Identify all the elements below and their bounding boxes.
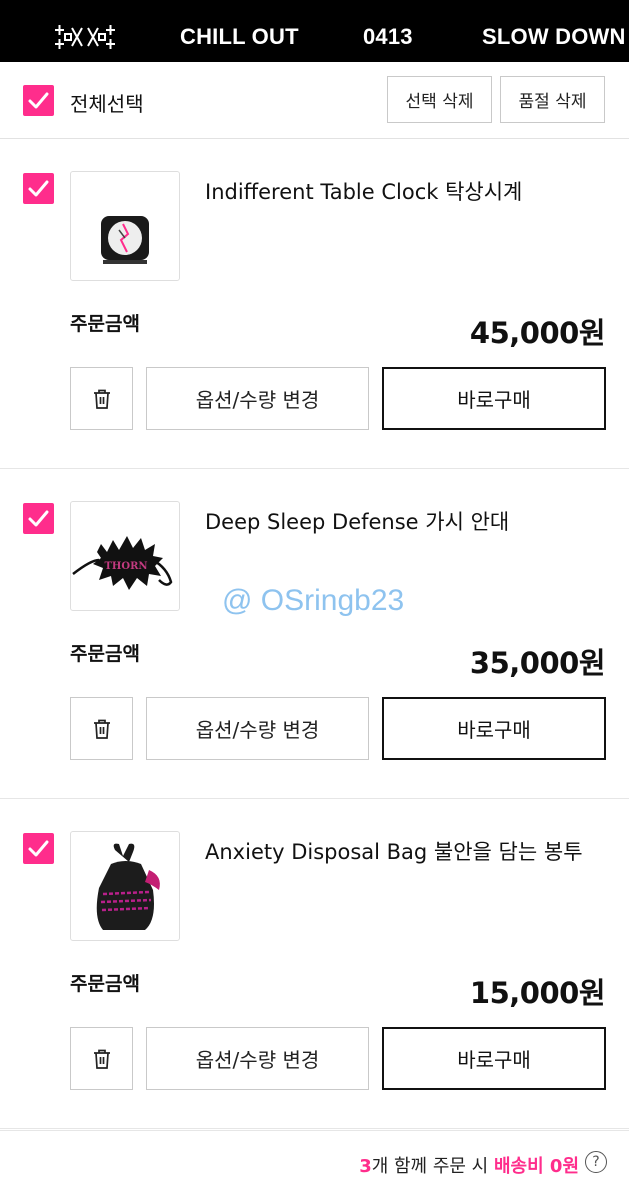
item-title[interactable]: Indifferent Table Clock 탁상시계 bbox=[205, 176, 522, 206]
item-price: 15,000원 bbox=[469, 976, 606, 1010]
price-label: 주문금액 bbox=[70, 973, 140, 995]
item-checkbox[interactable] bbox=[23, 503, 54, 534]
trash-icon bbox=[94, 1049, 110, 1069]
select-all-row: 전체선택 선택 삭제 품절 삭제 bbox=[0, 62, 629, 139]
shipping-notice: 3개 함께 주문 시 배송비 0원 bbox=[359, 1152, 579, 1178]
spiky-eye-mask-image[interactable]: THORN bbox=[70, 501, 180, 611]
delete-selected-button[interactable]: 선택 삭제 bbox=[387, 76, 492, 123]
option-change-button[interactable]: 옵션/수량 변경 bbox=[146, 367, 369, 430]
option-change-button[interactable]: 옵션/수량 변경 bbox=[146, 697, 369, 760]
item-title[interactable]: Deep Sleep Defense 가시 안대 bbox=[205, 506, 509, 536]
item-checkbox[interactable] bbox=[23, 833, 54, 864]
checkmark-icon bbox=[28, 180, 49, 197]
buy-now-button[interactable]: 바로구매 bbox=[382, 697, 606, 760]
table-clock-image[interactable] bbox=[70, 171, 180, 281]
trash-icon bbox=[94, 389, 110, 409]
ticker-item: CHILL OUT bbox=[180, 24, 299, 49]
thumb-text: THORN bbox=[104, 561, 147, 572]
cart-item: THORN Deep Sleep Defense 가시 안대 주문금액 35,0… bbox=[0, 469, 629, 799]
black-bag-image[interactable] bbox=[70, 831, 180, 941]
option-change-button[interactable]: 옵션/수량 변경 bbox=[146, 1027, 369, 1090]
select-all-label: 전체선택 bbox=[70, 92, 144, 116]
delete-item-button[interactable] bbox=[70, 697, 133, 760]
ticker-item: SLOW DOWN bbox=[482, 24, 626, 49]
item-title[interactable]: Anxiety Disposal Bag 불안을 담는 봉투 bbox=[205, 836, 583, 866]
help-icon[interactable]: ? bbox=[585, 1151, 607, 1173]
price-label: 주문금액 bbox=[70, 313, 140, 335]
crossed-logo-icon[interactable] bbox=[52, 22, 118, 52]
item-checkbox[interactable] bbox=[23, 173, 54, 204]
item-price: 35,000원 bbox=[469, 646, 606, 680]
delete-item-button[interactable] bbox=[70, 367, 133, 430]
watermark-text: @ OSringb23 bbox=[222, 584, 405, 617]
trash-icon bbox=[94, 719, 110, 739]
checkmark-icon bbox=[28, 510, 49, 527]
free-shipping-text: 배송비 0원 bbox=[493, 1156, 579, 1177]
shipping-text: 개 함께 주문 시 bbox=[371, 1156, 494, 1177]
select-all-checkbox[interactable] bbox=[23, 85, 54, 116]
checkmark-icon bbox=[28, 92, 49, 109]
price-label: 주문금액 bbox=[70, 643, 140, 665]
delete-item-button[interactable] bbox=[70, 1027, 133, 1090]
item-count: 3 bbox=[359, 1156, 372, 1177]
item-price: 45,000원 bbox=[469, 316, 606, 350]
checkmark-icon bbox=[28, 840, 49, 857]
ticker-item: 0413 bbox=[363, 24, 413, 49]
cart-item: Anxiety Disposal Bag 불안을 담는 봉투 주문금액 15,0… bbox=[0, 799, 629, 1129]
top-banner: CHILL OUT 0413 SLOW DOWN bbox=[0, 0, 629, 62]
buy-now-button[interactable]: 바로구매 bbox=[382, 367, 606, 430]
delete-soldout-button[interactable]: 품절 삭제 bbox=[500, 76, 605, 123]
cart-item: Indifferent Table Clock 탁상시계 주문금액 45,000… bbox=[0, 139, 629, 469]
footer-divider bbox=[0, 1130, 629, 1131]
buy-now-button[interactable]: 바로구매 bbox=[382, 1027, 606, 1090]
